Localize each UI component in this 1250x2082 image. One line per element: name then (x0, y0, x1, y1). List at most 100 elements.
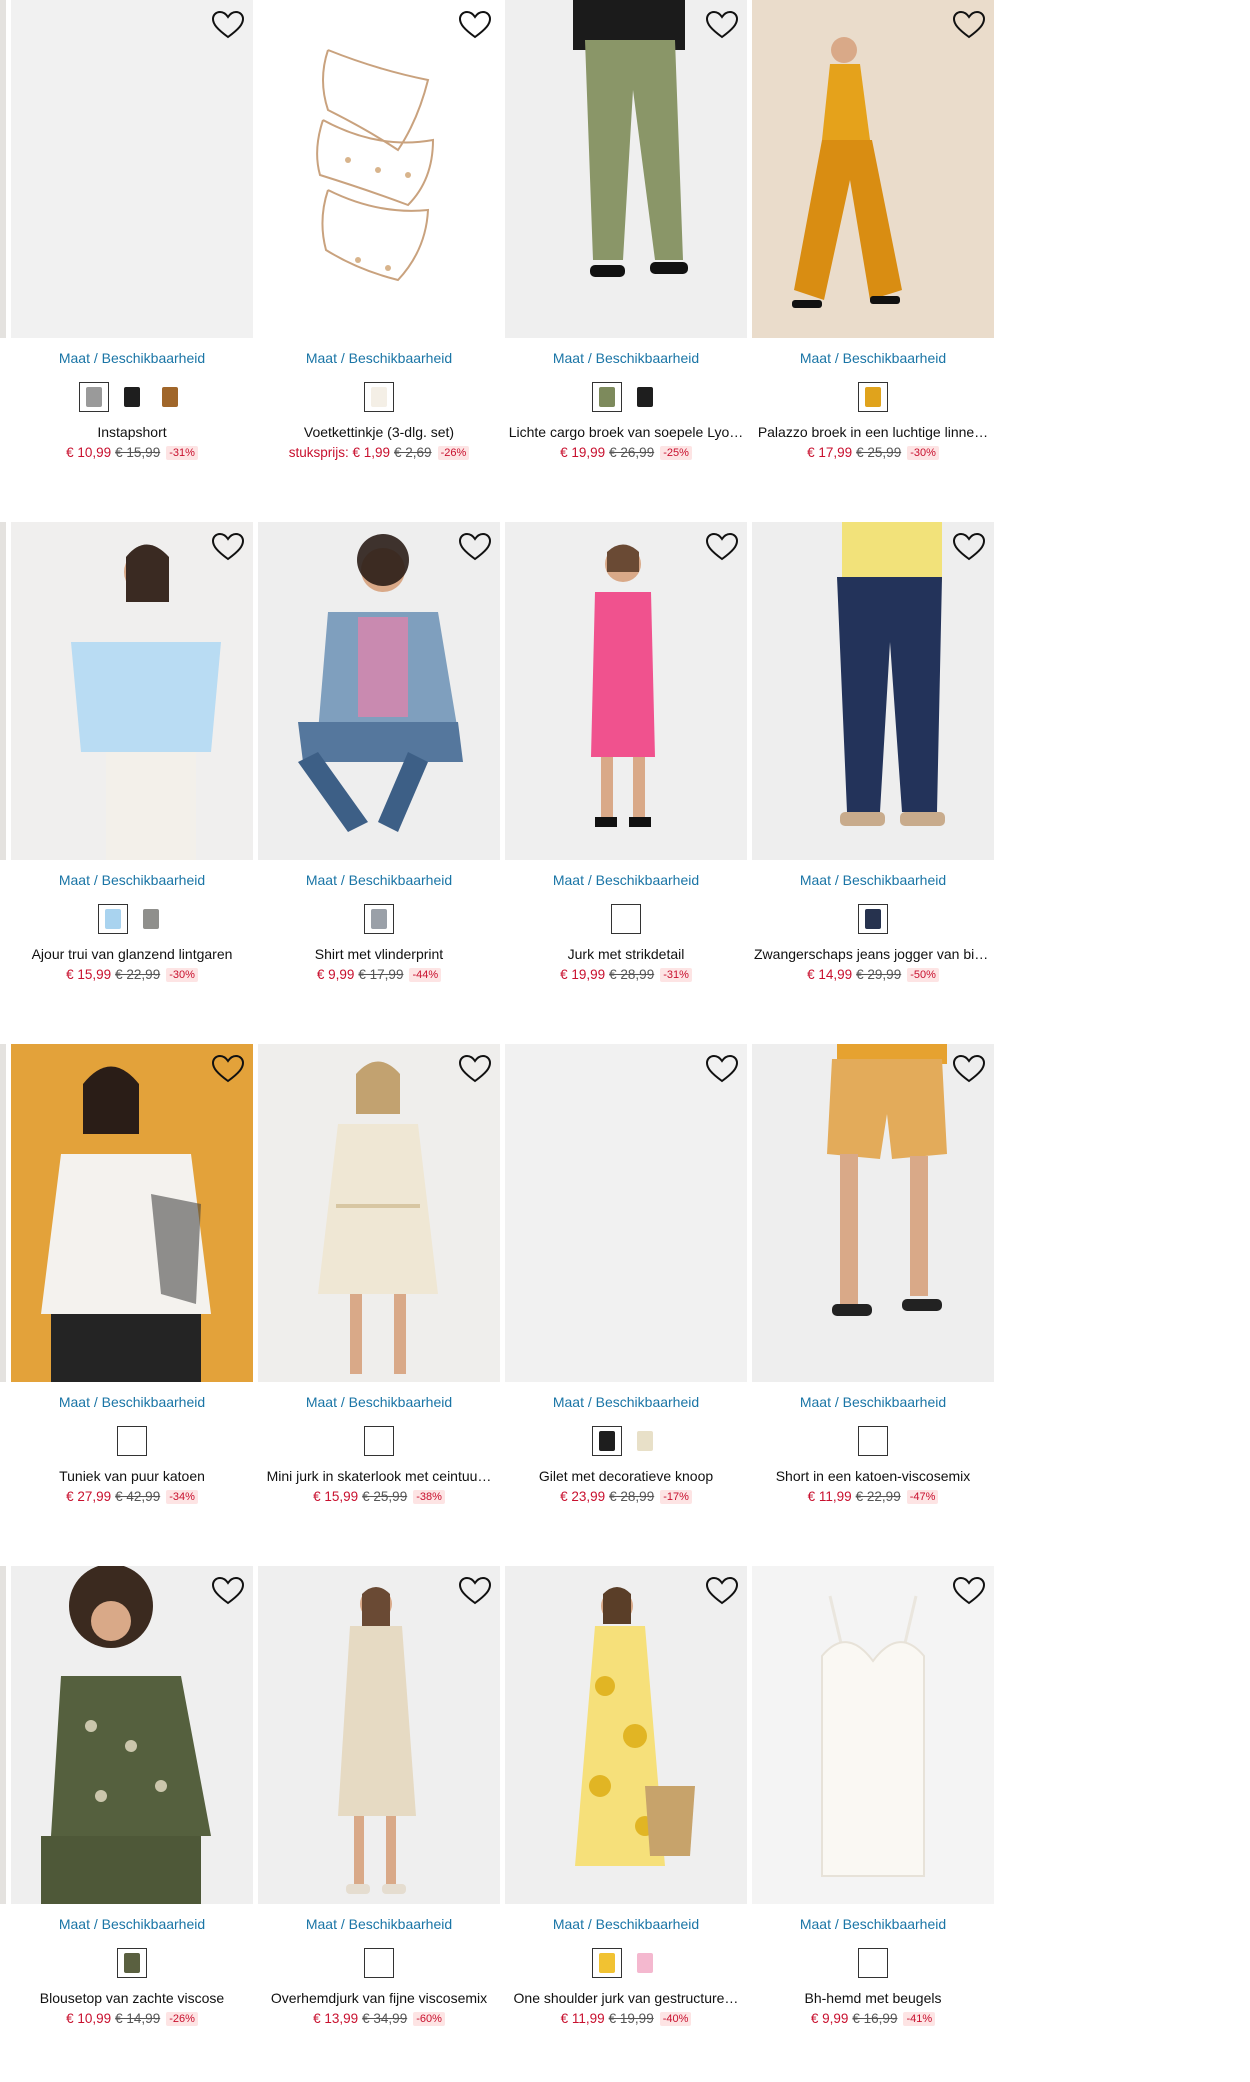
product-card[interactable]: Maat / Beschikbaarheid Short in een katoe… (752, 1044, 994, 1524)
product-name[interactable]: Zwangerschaps jeans jogger van bio… (752, 946, 994, 962)
color-swatch[interactable] (630, 1426, 660, 1456)
size-availability-link[interactable]: Maat / Beschikbaarheid (505, 350, 747, 366)
color-swatch[interactable] (98, 904, 128, 934)
wishlist-heart-icon[interactable] (952, 1054, 986, 1084)
color-swatch[interactable] (136, 904, 166, 934)
product-card[interactable]: Maat / Beschikbaarheid Instapshort € 10,99… (11, 0, 253, 480)
product-name[interactable]: Gilet met decoratieve knoop (505, 1468, 747, 1484)
color-swatch[interactable] (364, 904, 394, 934)
product-card[interactable]: Maat / Beschikbaarheid Gilet met decorati… (505, 1044, 747, 1524)
product-name[interactable]: Tuniek van puur katoen (11, 1468, 253, 1484)
color-swatch[interactable] (592, 1426, 622, 1456)
wishlist-heart-icon[interactable] (211, 10, 245, 40)
wishlist-heart-icon[interactable] (458, 1576, 492, 1606)
product-image[interactable] (258, 522, 500, 860)
wishlist-heart-icon[interactable] (211, 1054, 245, 1084)
size-availability-link[interactable]: Maat / Beschikbaarheid (505, 1394, 747, 1410)
wishlist-heart-icon[interactable] (952, 10, 986, 40)
product-name[interactable]: Bh-hemd met beugels (752, 1990, 994, 2006)
product-card[interactable]: Maat / Beschikbaarheid Bh-hemd met beugel… (752, 1566, 994, 2046)
size-availability-link[interactable]: Maat / Beschikbaarheid (752, 350, 994, 366)
color-swatch[interactable] (858, 1426, 888, 1456)
color-swatch[interactable] (858, 1948, 888, 1978)
wishlist-heart-icon[interactable] (705, 1054, 739, 1084)
wishlist-heart-icon[interactable] (211, 532, 245, 562)
size-availability-link[interactable]: Maat / Beschikbaarheid (752, 872, 994, 888)
product-name[interactable]: One shoulder jurk van gestructure… (505, 1990, 747, 2006)
product-image[interactable] (505, 0, 747, 338)
color-swatch[interactable] (79, 382, 109, 412)
product-name[interactable]: Jurk met strikdetail (505, 946, 747, 962)
product-card[interactable]: Maat / Beschikbaarheid Zwangerschaps jean… (752, 522, 994, 1002)
product-name[interactable]: Blousetop van zachte viscose (11, 1990, 253, 2006)
wishlist-heart-icon[interactable] (458, 10, 492, 40)
product-image[interactable] (11, 1044, 253, 1382)
product-card[interactable]: Maat / Beschikbaarheid Ajour trui van gla… (11, 522, 253, 1002)
color-swatch[interactable] (630, 1948, 660, 1978)
size-availability-link[interactable]: Maat / Beschikbaarheid (11, 350, 253, 366)
color-swatch[interactable] (858, 382, 888, 412)
size-availability-link[interactable]: Maat / Beschikbaarheid (11, 1394, 253, 1410)
wishlist-heart-icon[interactable] (211, 1576, 245, 1606)
wishlist-heart-icon[interactable] (705, 532, 739, 562)
product-image[interactable] (11, 0, 253, 338)
product-card[interactable]: Maat / Beschikbaarheid Lichte cargo broek… (505, 0, 747, 480)
product-card[interactable]: Maat / Beschikbaarheid Voetkettinkje (3-d… (258, 0, 500, 480)
color-swatch[interactable] (364, 1426, 394, 1456)
wishlist-heart-icon[interactable] (458, 1054, 492, 1084)
color-swatch[interactable] (364, 382, 394, 412)
size-availability-link[interactable]: Maat / Beschikbaarheid (11, 872, 253, 888)
product-image[interactable] (505, 522, 747, 860)
size-availability-link[interactable]: Maat / Beschikbaarheid (258, 872, 500, 888)
product-card[interactable]: Maat / Beschikbaarheid Shirt met vlinderp… (258, 522, 500, 1002)
size-availability-link[interactable]: Maat / Beschikbaarheid (11, 1916, 253, 1932)
product-name[interactable]: Instapshort (11, 424, 253, 440)
product-image[interactable] (258, 1566, 500, 1904)
product-image[interactable] (258, 1044, 500, 1382)
product-name[interactable]: Mini jurk in skaterlook met ceintuu… (258, 1468, 500, 1484)
size-availability-link[interactable]: Maat / Beschikbaarheid (505, 872, 747, 888)
product-image[interactable] (505, 1566, 747, 1904)
size-availability-link[interactable]: Maat / Beschikbaarheid (505, 1916, 747, 1932)
product-name[interactable]: Short in een katoen-viscosemix (752, 1468, 994, 1484)
size-availability-link[interactable]: Maat / Beschikbaarheid (752, 1394, 994, 1410)
product-card[interactable]: Maat / Beschikbaarheid Overhemdjurk van f… (258, 1566, 500, 2046)
color-swatch[interactable] (155, 382, 185, 412)
wishlist-heart-icon[interactable] (705, 10, 739, 40)
color-swatch[interactable] (858, 904, 888, 934)
product-image[interactable] (11, 1566, 253, 1904)
product-image[interactable] (505, 1044, 747, 1382)
product-image[interactable] (752, 1044, 994, 1382)
product-name[interactable]: Shirt met vlinderprint (258, 946, 500, 962)
color-swatch[interactable] (117, 1426, 147, 1456)
product-card[interactable]: Maat / Beschikbaarheid Blousetop van zach… (11, 1566, 253, 2046)
wishlist-heart-icon[interactable] (952, 532, 986, 562)
product-name[interactable]: Ajour trui van glanzend lintgaren (11, 946, 253, 962)
product-card[interactable]: Maat / Beschikbaarheid Jurk met strikdeta… (505, 522, 747, 1002)
product-card[interactable]: Maat / Beschikbaarheid Mini jurk in skate… (258, 1044, 500, 1524)
wishlist-heart-icon[interactable] (705, 1576, 739, 1606)
color-swatch[interactable] (611, 904, 641, 934)
product-image[interactable] (752, 1566, 994, 1904)
color-swatch[interactable] (630, 382, 660, 412)
product-image[interactable] (752, 522, 994, 860)
product-image[interactable] (11, 522, 253, 860)
size-availability-link[interactable]: Maat / Beschikbaarheid (258, 1916, 500, 1932)
color-swatch[interactable] (592, 1948, 622, 1978)
product-name[interactable]: Voetkettinkje (3-dlg. set) (258, 424, 500, 440)
product-image[interactable] (752, 0, 994, 338)
product-card[interactable]: Maat / Beschikbaarheid Tuniek van puur ka… (11, 1044, 253, 1524)
product-name[interactable]: Lichte cargo broek van soepele Lyo… (505, 424, 747, 440)
product-name[interactable]: Palazzo broek in een luchtige linne… (752, 424, 994, 440)
color-swatch[interactable] (364, 1948, 394, 1978)
wishlist-heart-icon[interactable] (458, 532, 492, 562)
product-card[interactable]: Maat / Beschikbaarheid One shoulder jurk … (505, 1566, 747, 2046)
size-availability-link[interactable]: Maat / Beschikbaarheid (258, 1394, 500, 1410)
product-name[interactable]: Overhemdjurk van fijne viscosemix (258, 1990, 500, 2006)
size-availability-link[interactable]: Maat / Beschikbaarheid (752, 1916, 994, 1932)
wishlist-heart-icon[interactable] (952, 1576, 986, 1606)
color-swatch[interactable] (117, 382, 147, 412)
product-image[interactable] (258, 0, 500, 338)
color-swatch[interactable] (117, 1948, 147, 1978)
color-swatch[interactable] (592, 382, 622, 412)
